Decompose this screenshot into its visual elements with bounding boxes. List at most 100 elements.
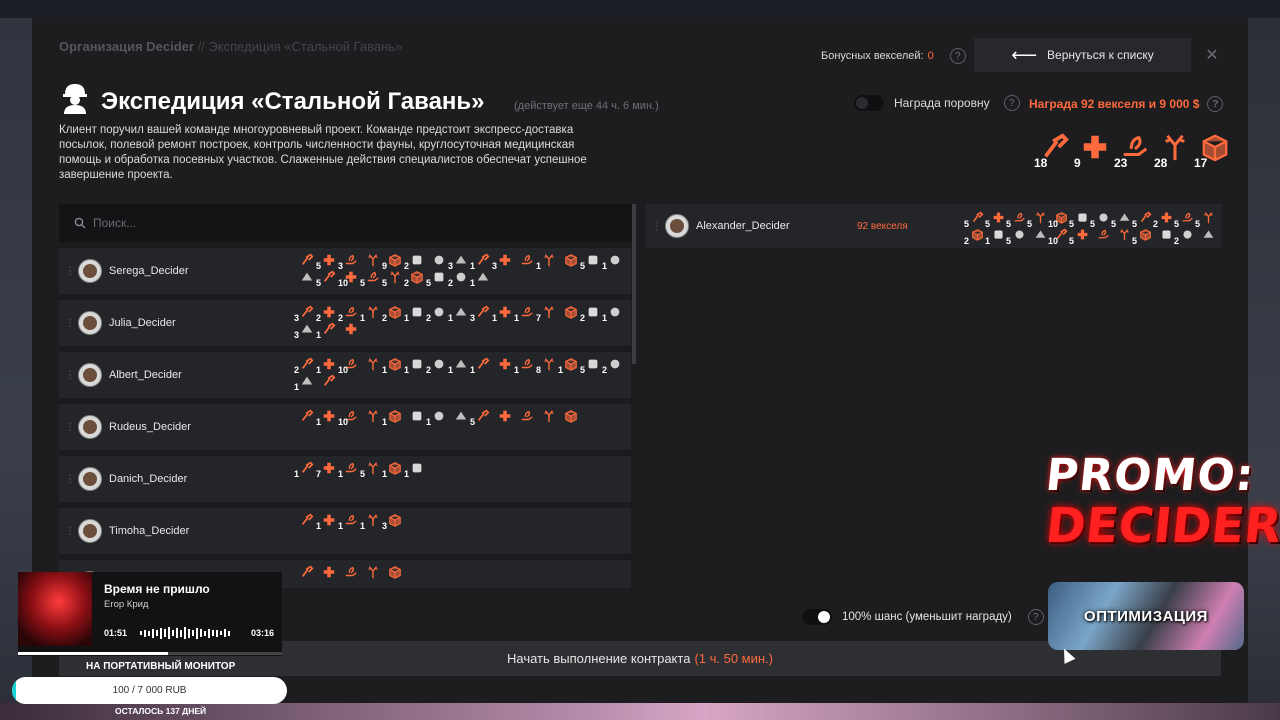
skill-value: 5 xyxy=(360,278,366,288)
worker-helmet-icon xyxy=(63,84,87,114)
antlers-icon xyxy=(368,514,378,527)
box-icon xyxy=(1140,229,1151,241)
skill-item: 2 xyxy=(602,357,622,375)
album-cover xyxy=(18,572,92,646)
team-member-row[interactable]: ⋮⋮ Alexander_Decider 92 векселя 5 5 5 5 10 5 5 5 5 2… xyxy=(646,204,1222,248)
generic-skill-icon xyxy=(588,359,598,369)
skill-item: 7 xyxy=(316,461,336,479)
skill-value: 28 xyxy=(1154,156,1168,170)
plant-hand-icon xyxy=(367,271,379,282)
skill-value: 8 xyxy=(536,365,542,375)
help-icon[interactable]: ? xyxy=(1207,96,1224,112)
generic-skill-icon xyxy=(1119,213,1130,221)
drag-handle-icon[interactable]: ⋮⋮ xyxy=(65,266,86,276)
skill-value: 1 xyxy=(602,261,608,271)
member-row[interactable]: ⋮⋮ Danich_Decider 1 7 1 5 1 1 xyxy=(59,456,631,502)
breadcrumb: Организация Decider // Экспедиция «Сталь… xyxy=(59,39,402,54)
skill-value: 7 xyxy=(316,469,322,479)
portable-monitor-label: НА ПОРТАТИВНЫЙ МОНИТОР xyxy=(86,661,236,672)
generic-skill-icon xyxy=(434,255,444,265)
members-scrollbar[interactable] xyxy=(632,204,636,364)
member-name: Albert_Decider xyxy=(109,369,182,381)
member-row[interactable]: ⋮⋮ Julia_Decider 3 2 2 1 2 1 2 1 3 1 1 7 2 1 3 1 xyxy=(59,300,631,346)
skill-item xyxy=(294,253,314,270)
skill-item xyxy=(514,409,534,426)
skill-item: 5 xyxy=(1195,211,1215,229)
skill-value: 1 xyxy=(338,521,344,531)
generic-skill-icon xyxy=(588,307,598,317)
back-to-list-button[interactable]: ⟵ Вернуться к списку xyxy=(974,38,1191,72)
medical-cross-icon xyxy=(1161,212,1172,223)
help-icon[interactable]: ? xyxy=(1027,609,1044,625)
skill-value: 1 xyxy=(316,330,322,340)
reward-even-toggle[interactable] xyxy=(854,95,884,111)
skill-value: 1 xyxy=(448,365,454,375)
avatar xyxy=(78,363,102,387)
drag-handle-icon[interactable]: ⋮⋮ xyxy=(65,422,86,432)
skill-item: 1 xyxy=(382,461,402,479)
help-icon[interactable]: ? xyxy=(949,48,966,64)
skill-item: 5 xyxy=(1132,211,1152,229)
antlers-icon xyxy=(544,306,554,319)
chance-toggle[interactable] xyxy=(802,609,832,625)
box-icon xyxy=(411,271,423,284)
skill-value: 10 xyxy=(338,278,349,288)
drag-handle-icon[interactable]: ⋮⋮ xyxy=(65,370,86,380)
skill-item: 1 xyxy=(492,305,512,323)
member-row[interactable]: ⋮⋮ Albert_Decider 2 1 10 1 1 2 1 1 1 8 1 5 2 1 xyxy=(59,352,631,398)
plant-hand-icon xyxy=(1182,212,1193,222)
box-icon xyxy=(389,462,401,475)
skill-value: 1 xyxy=(492,313,498,323)
box-icon xyxy=(389,254,401,267)
close-icon[interactable]: ✕ xyxy=(1202,45,1222,65)
hammer-wrench-icon xyxy=(301,305,314,317)
breadcrumb-org[interactable]: Организация Decider xyxy=(59,39,194,54)
skill-item: 1 xyxy=(316,409,336,427)
generic-skill-icon xyxy=(434,359,444,369)
member-row[interactable]: ⋮⋮ Rudeus_Decider 1 10 1 1 5 xyxy=(59,404,631,450)
skill-item xyxy=(1111,228,1131,245)
hammer-wrench-icon xyxy=(301,357,314,369)
help-icon[interactable]: ? xyxy=(1003,95,1020,111)
drag-handle-icon[interactable]: ⋮⋮ xyxy=(65,474,86,484)
hammer-wrench-icon xyxy=(301,409,314,421)
music-player: Время не пришло Егор Крид 01:51 03:16 xyxy=(18,572,282,656)
game-background-top xyxy=(0,0,1280,18)
plant-hand-icon xyxy=(345,462,357,473)
reward-total-text: Награда 92 векселя и 9 000 $ xyxy=(1029,97,1200,111)
antlers-icon xyxy=(368,566,378,579)
optimization-banner[interactable]: ОПТИМИЗАЦИЯ xyxy=(1048,582,1244,650)
medical-cross-icon xyxy=(1083,135,1107,159)
generic-skill-icon xyxy=(412,255,422,265)
skill-item: 2 xyxy=(426,357,446,375)
song-time-current: 01:51 xyxy=(104,628,128,638)
antlers-icon xyxy=(368,462,378,475)
member-skills: 1 7 1 5 1 1 xyxy=(294,461,624,479)
medical-cross-icon xyxy=(499,306,511,318)
game-background-right xyxy=(1248,18,1280,720)
generic-skill-icon xyxy=(412,359,422,369)
drag-handle-icon[interactable]: ⋮⋮ xyxy=(652,221,673,231)
skill-value: 3 xyxy=(294,330,300,340)
drag-handle-icon[interactable]: ⋮⋮ xyxy=(65,318,86,328)
skill-item: 5 xyxy=(964,211,984,229)
member-row[interactable]: ⋮⋮ Serega_Decider 5 3 9 2 3 1 3 1 5 1 5 10 5 5 2 5 2 1 xyxy=(59,248,631,294)
skill-item xyxy=(316,565,336,582)
member-skills xyxy=(294,565,624,582)
hammer-wrench-icon xyxy=(323,322,336,334)
chance-label: 100% шанс (уменьшит награду) xyxy=(842,611,1012,623)
member-row[interactable]: ⋮⋮ Timoha_Decider 1 1 1 3 xyxy=(59,508,631,554)
drag-handle-icon[interactable]: ⋮⋮ xyxy=(65,526,86,536)
skill-value: 1 xyxy=(294,469,300,479)
skill-item: 5 xyxy=(1006,211,1026,229)
search-input[interactable] xyxy=(93,216,493,230)
skill-item xyxy=(1090,228,1110,245)
generic-skill-icon xyxy=(1099,213,1108,222)
skill-item: 5 xyxy=(1111,211,1131,229)
skill-value: 1 xyxy=(294,382,300,392)
skill-item: 2 xyxy=(1174,228,1194,246)
skill-item: 1 xyxy=(470,270,490,288)
skill-value: 10 xyxy=(338,365,349,375)
donate-progress: 100 / 7 000 RUB xyxy=(12,677,287,704)
skill-value: 2 xyxy=(580,313,586,323)
